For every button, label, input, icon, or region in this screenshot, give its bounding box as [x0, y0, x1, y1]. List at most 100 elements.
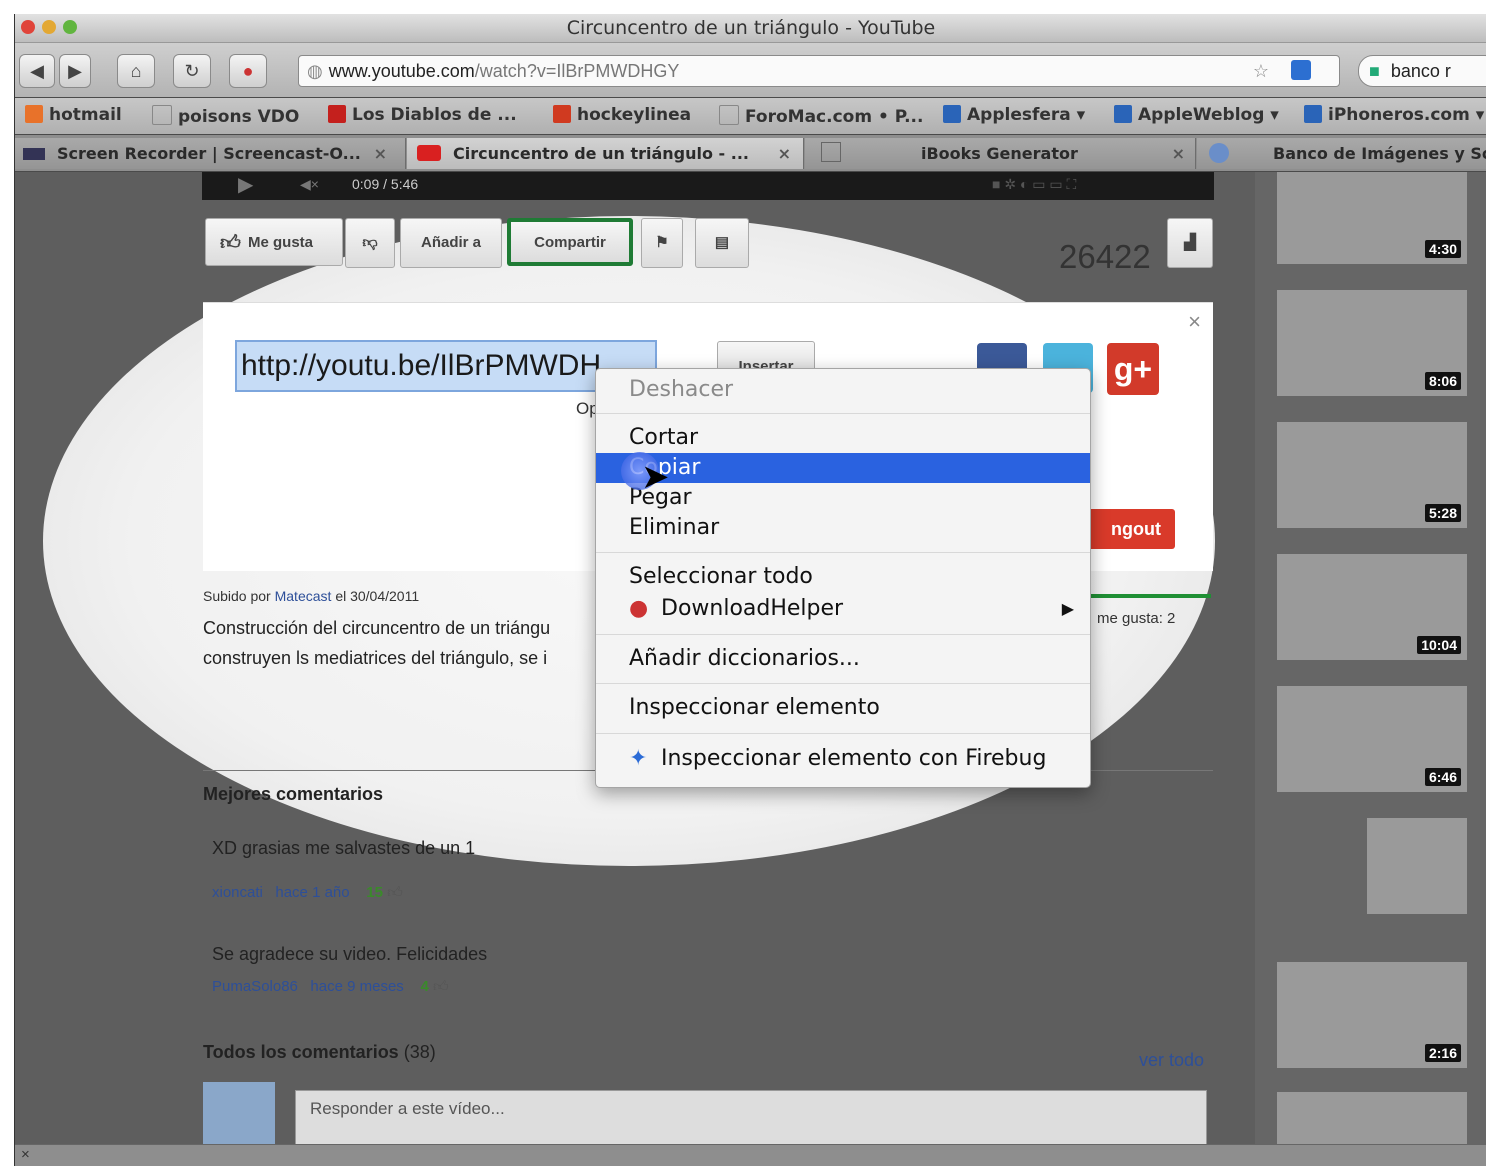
bookmark-poisons-vdo[interactable]: poisons VDO — [152, 105, 299, 127]
uploader-link[interactable]: Matecast — [275, 588, 332, 604]
comment-author[interactable]: PumaSolo86 — [212, 978, 298, 995]
description-line-2: construyen ls mediatrices del triángulo,… — [203, 648, 548, 668]
comment-likes: 4 — [420, 978, 429, 995]
related-video-thumbnail[interactable]: 6:46 — [1277, 686, 1467, 792]
see-all-link[interactable]: ver todo — [1139, 1050, 1204, 1071]
bookmark-iphoneros[interactable]: iPhoneros.com ▾ — [1304, 105, 1484, 125]
related-video-thumbnail[interactable]: 10:04 — [1277, 554, 1467, 660]
bookmark-appleweblog[interactable]: AppleWeblog ▾ — [1114, 105, 1279, 125]
tab-ibooks-generator[interactable]: iBooks Generator × — [805, 138, 1196, 169]
comment-likes: 15 — [366, 884, 383, 901]
status-bar: × — [15, 1144, 1486, 1166]
menu-inspect-firebug[interactable]: ✦ Inspeccionar elemento con Firebug — [596, 744, 1090, 774]
share-button[interactable]: Compartir — [507, 218, 633, 266]
bookmark-star-icon[interactable]: ☆ — [1253, 56, 1269, 86]
comment-author[interactable]: xioncati — [212, 884, 263, 901]
bookmark-applesfera[interactable]: Applesfera ▾ — [943, 105, 1085, 125]
folder-icon — [1114, 105, 1132, 123]
tab-circuncentro[interactable]: Circuncentro de un triángulo - ... × — [407, 138, 804, 169]
menu-separator — [596, 634, 1090, 635]
thumbs-up-icon[interactable]: 👍︎ — [387, 884, 403, 901]
search-field[interactable]: ■ banco r — [1358, 55, 1486, 87]
menu-inspect-element[interactable]: Inspeccionar elemento — [596, 693, 1090, 723]
related-video-thumbnail[interactable]: 2:16 — [1277, 962, 1467, 1068]
menu-downloadhelper[interactable]: ● DownloadHelper ▶ — [596, 594, 1090, 624]
bookmark-hotmail[interactable]: hotmail — [25, 105, 122, 125]
menu-undo[interactable]: Deshacer — [596, 375, 1090, 405]
related-video-thumbnail[interactable]: 4:30 — [1277, 172, 1467, 264]
dislike-button[interactable]: 👎︎ — [345, 218, 395, 268]
close-addon-bar-icon[interactable]: × — [21, 1146, 30, 1163]
menu-paste[interactable]: Pegar — [596, 483, 1090, 513]
like-bar — [1089, 594, 1211, 598]
page-icon — [719, 105, 739, 125]
all-comments-heading: Todos los comentarios (38) — [203, 1042, 436, 1062]
share-url-field[interactable]: http://youtu.be/IlBrPMWDH — [235, 340, 657, 392]
settings-icon[interactable]: ■ ✲ ◐ ▭ ▭ ⛶ — [992, 172, 1076, 196]
addon-button[interactable]: ● — [229, 54, 267, 88]
transcript-button[interactable]: ▤ — [695, 218, 749, 268]
menu-separator — [596, 733, 1090, 734]
tab-screen-recorder[interactable]: Screen Recorder | Screencast-O... × — [15, 138, 406, 169]
top-comments-heading: Mejores comentarios — [203, 784, 384, 804]
related-video-thumbnail[interactable] — [1277, 1092, 1467, 1144]
menu-select-all[interactable]: Seleccionar todo — [596, 562, 1090, 592]
menu-separator — [596, 413, 1090, 414]
volume-icon[interactable]: ◀× — [300, 172, 319, 196]
comment-meta: PumaSolo86 hace 9 meses 4 👍︎ — [212, 978, 449, 996]
back-button[interactable]: ◀ — [19, 54, 55, 88]
google-plus-share-icon[interactable]: g+ — [1107, 343, 1159, 395]
search-text: banco r — [1390, 61, 1451, 81]
globe-icon: ◍ — [307, 61, 323, 81]
thumbs-up-icon[interactable]: 👍︎ — [433, 978, 449, 995]
url-bar[interactable]: ◍ www.youtube.com/watch?v=IlBrPMWDHGY ☆ — [298, 55, 1340, 87]
reload-button[interactable]: ↻ — [173, 54, 211, 88]
description-line-1: Construcción del circuncentro de un triá… — [203, 618, 551, 638]
submenu-arrow-icon: ▶ — [1061, 599, 1074, 618]
close-share-icon[interactable]: × — [1188, 309, 1201, 335]
comment-time[interactable]: hace 1 año — [275, 884, 349, 901]
screencast-icon — [23, 148, 45, 160]
related-video-thumbnail[interactable]: 5:28 — [1277, 422, 1467, 528]
tab-banco-imagenes[interactable]: Banco de Imágenes y Son — [1197, 138, 1486, 169]
video-controls: ▶ ◀× 0:09 / 5:46 ■ ✲ ◐ ▭ ▭ ⛶ — [202, 172, 1214, 200]
menu-add-dictionaries[interactable]: Añadir diccionarios... — [596, 644, 1090, 674]
feed-icon[interactable] — [1291, 60, 1311, 80]
firebug-icon: ✦ — [629, 746, 648, 771]
hockey-icon — [553, 105, 571, 123]
related-video-thumbnail[interactable]: 8:06 — [1277, 290, 1467, 396]
close-tab-icon[interactable]: × — [778, 138, 791, 169]
video-duration: 4:30 — [1424, 240, 1461, 258]
add-to-button[interactable]: Añadir a — [400, 218, 502, 268]
video-duration: 8:06 — [1424, 372, 1461, 390]
hotmail-icon — [25, 105, 43, 123]
video-duration: 6:46 — [1424, 768, 1461, 786]
menu-cut[interactable]: Cortar — [596, 423, 1090, 453]
tab-bar: Screen Recorder | Screencast-O... × Circu… — [15, 135, 1486, 171]
home-button[interactable]: ⌂ — [117, 54, 155, 88]
title-bar: Circuncentro de un triángulo - YouTube — [15, 14, 1486, 43]
user-avatar — [203, 1082, 275, 1144]
related-video-thumbnail[interactable] — [1367, 818, 1467, 914]
folder-icon — [1304, 105, 1322, 123]
bookmark-foromac[interactable]: ForoMac.com • P... — [719, 105, 923, 127]
comment-time[interactable]: hace 9 meses — [310, 978, 403, 995]
stats-button[interactable]: ▟ — [1167, 218, 1213, 268]
like-button[interactable]: 👍︎ Me gusta — [205, 218, 343, 266]
bookmark-los-diablos[interactable]: Los Diablos de ... — [328, 105, 517, 125]
flag-button[interactable]: ⚑ — [641, 218, 683, 268]
video-duration: 5:28 — [1424, 504, 1461, 522]
page-icon — [152, 105, 172, 125]
close-tab-icon[interactable]: × — [1172, 138, 1185, 169]
close-tab-icon[interactable]: × — [374, 138, 387, 169]
view-count: 26422 — [1059, 238, 1151, 275]
menu-copy[interactable]: Copiar — [596, 453, 1090, 483]
reply-input[interactable]: Responder a este vídeo... — [295, 1090, 1207, 1144]
time-display: 0:09 / 5:46 — [352, 176, 419, 192]
play-icon[interactable]: ▶ — [238, 173, 253, 197]
bookmark-hockeylinea[interactable]: hockeylinea — [553, 105, 691, 125]
forward-button[interactable]: ▶ — [59, 54, 91, 88]
addon-icon: ● — [242, 61, 254, 81]
flag-icon: ⚑ — [655, 234, 669, 251]
menu-delete[interactable]: Eliminar — [596, 513, 1090, 543]
